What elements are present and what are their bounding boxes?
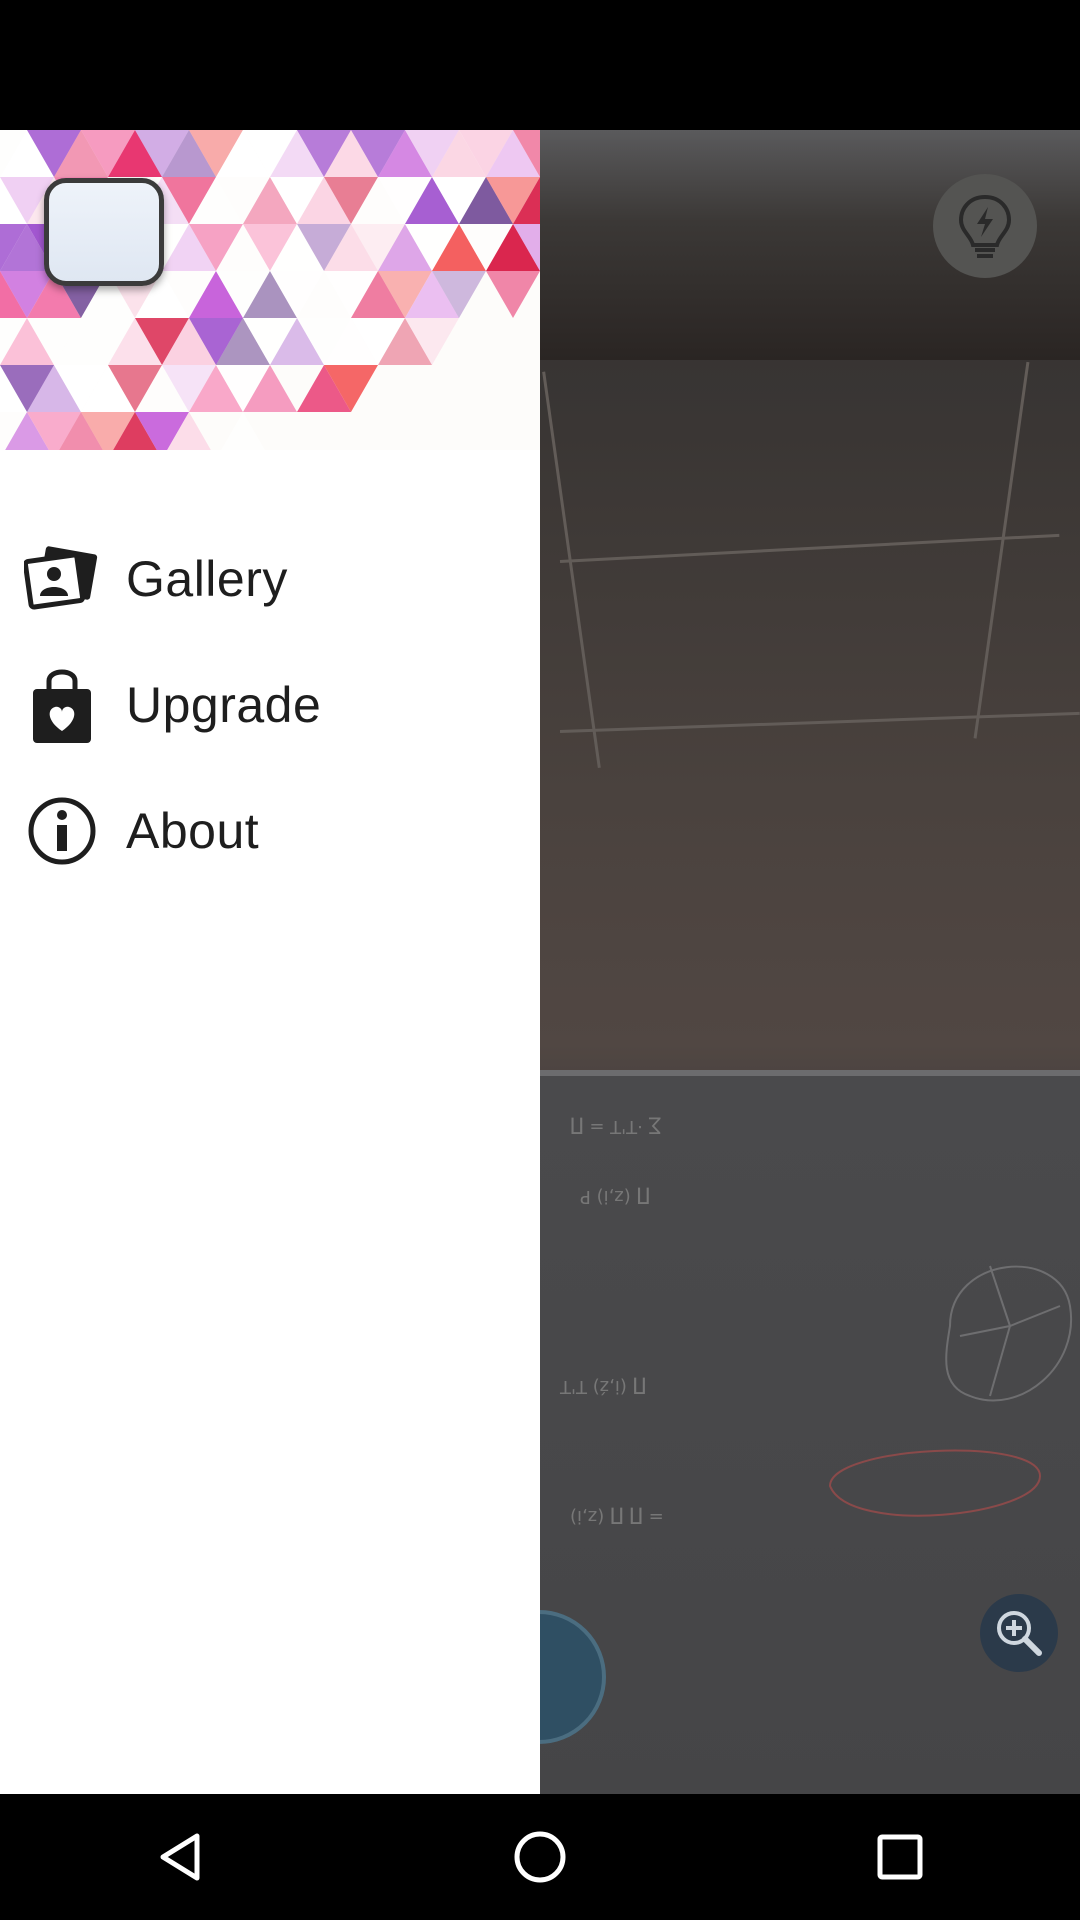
home-button[interactable] <box>480 1797 600 1917</box>
ceiling-tile-line <box>559 711 1080 733</box>
menu-item-upgrade[interactable]: Upgrade <box>0 642 540 768</box>
back-button[interactable] <box>120 1797 240 1917</box>
system-navigation-bar <box>0 1794 1080 1920</box>
zoom-in-icon <box>997 1611 1042 1656</box>
gallery-icon <box>24 541 100 617</box>
shopping-bag-heart-icon <box>24 667 100 743</box>
menu-item-gallery[interactable]: Gallery <box>0 516 540 642</box>
zoom-in-button[interactable] <box>980 1594 1058 1672</box>
board-writing: ∏ (i,ź) T'T <box>560 1376 647 1397</box>
ceiling-tile-line <box>559 533 1060 563</box>
flash-bulb-icon <box>958 194 1012 258</box>
whiteboard: ∑ ·T'T = ∏ ∏ (z,i) P ∏ (i,ź) T'T = ∏ ∏ (… <box>540 1070 1080 1794</box>
navigation-drawer: Gallery Upgrade About <box>0 130 540 1794</box>
menu-label-upgrade: Upgrade <box>126 677 322 733</box>
home-icon <box>514 1831 566 1883</box>
board-diagram <box>945 1265 1073 1402</box>
menu-label-about: About <box>126 803 260 859</box>
flash-toggle-button[interactable] <box>933 174 1037 278</box>
board-writing: = ∏ ∏ (z,i) <box>570 1506 664 1527</box>
status-bar <box>0 0 1080 130</box>
info-icon <box>24 793 100 869</box>
drawer-header <box>0 130 540 450</box>
ceiling-tile-line <box>542 371 601 769</box>
back-icon <box>160 1833 200 1881</box>
board-writing: ∑ ·T'T = ∏ <box>570 1116 661 1137</box>
recents-button[interactable] <box>840 1797 960 1917</box>
menu-item-about[interactable]: About <box>0 768 540 894</box>
board-writing: ∏ (z,i) P <box>580 1186 651 1207</box>
ceiling-tile-line <box>973 361 1030 739</box>
board-annotation <box>828 1449 1042 1517</box>
recents-icon <box>877 1834 923 1880</box>
menu-label-gallery: Gallery <box>126 551 288 607</box>
header-pattern-triangle <box>486 271 540 318</box>
avatar[interactable] <box>44 178 164 286</box>
header-pattern-triangle <box>221 412 265 450</box>
